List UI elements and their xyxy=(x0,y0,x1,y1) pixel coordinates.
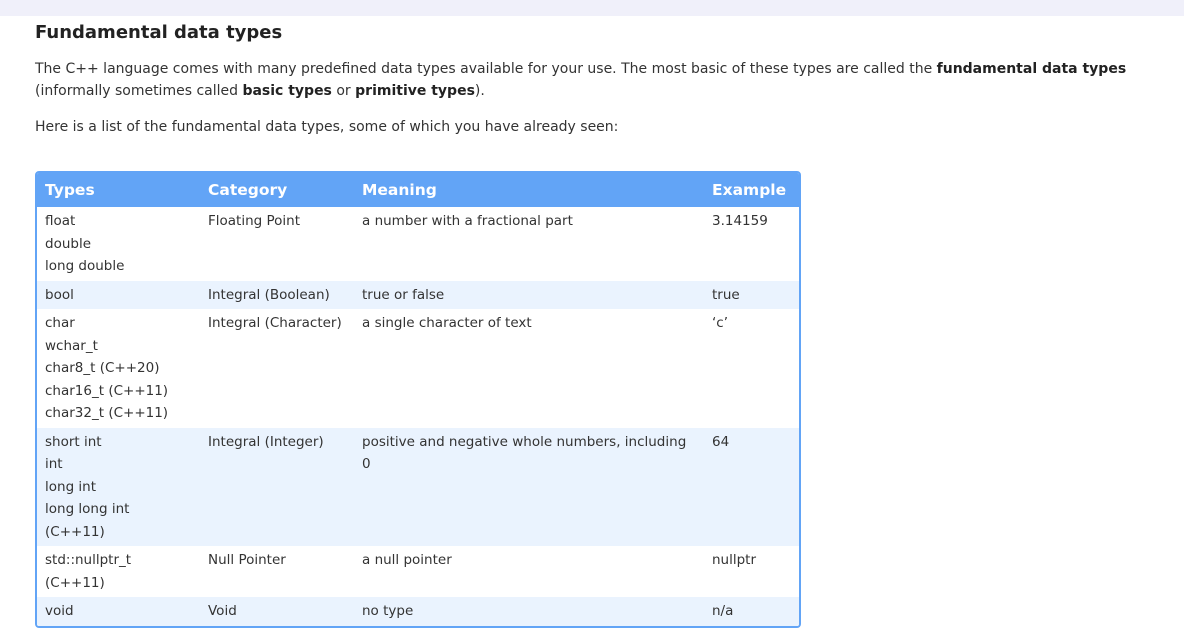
table-row: std::nullptr_t (C++11) Null Pointer a null… xyxy=(37,546,799,597)
cell-category: Integral (Character) xyxy=(208,315,342,331)
table-row: short int int long int long long int (C++11… xyxy=(37,427,799,546)
type-name: std::nullptr_t (C++11) xyxy=(45,552,132,591)
data-types-table: Types Category Meaning Example float doub… xyxy=(35,171,801,628)
type-name: char xyxy=(45,315,75,331)
type-name: char8_t (C++20) xyxy=(45,360,160,376)
type-name: char16_t (C++11) xyxy=(45,382,169,399)
intro-text-3: or xyxy=(331,83,356,99)
cell-meaning: a number with a fractional part xyxy=(362,213,573,229)
cell-types: bool xyxy=(37,280,200,309)
cell-types: short int int long int long long int (C++11… xyxy=(37,427,200,546)
table-row: void Void no type n/a xyxy=(37,597,799,626)
type-name: float xyxy=(45,213,76,229)
intro-text-4: ). xyxy=(474,83,485,99)
top-bar xyxy=(0,0,1184,16)
type-name: long long int (C++11) xyxy=(45,501,130,540)
cell-example: true xyxy=(704,280,799,309)
cell-example: 3.14159 xyxy=(712,213,768,229)
term-basic-types: basic types xyxy=(242,83,332,99)
intro-text-1: The C++ language comes with many predefi… xyxy=(35,61,937,77)
cell-meaning: no type xyxy=(354,597,704,626)
article-content: Fundamental data types The C++ language … xyxy=(35,20,1155,138)
intro-text-2: (informally sometimes called xyxy=(35,83,243,99)
header-example: Example xyxy=(704,173,799,207)
section-heading: Fundamental data types xyxy=(35,22,283,43)
header-category: Category xyxy=(200,173,354,207)
cell-category: Integral (Integer) xyxy=(200,427,354,546)
term-fundamental-data-types: fundamental data types xyxy=(936,61,1127,77)
type-name: bool xyxy=(45,286,74,303)
term-primitive-types: primitive types xyxy=(355,83,475,99)
header-types: Types xyxy=(37,173,200,207)
cell-category: Void xyxy=(200,597,354,626)
cell-category: Floating Point xyxy=(208,213,301,229)
table-row: float double long double Floating Point a nu… xyxy=(37,207,799,281)
cell-types: char wchar_t char8_t (C++20) char16_t (C++1… xyxy=(37,309,200,428)
cell-category: Null Pointer xyxy=(208,552,286,568)
cell-meaning: true or false xyxy=(354,280,704,309)
cell-example: ‘c’ xyxy=(712,315,729,331)
cell-types: std::nullptr_t (C++11) xyxy=(37,546,200,597)
table-row: char wchar_t char8_t (C++20) char16_t (C++1… xyxy=(37,309,799,428)
cell-meaning: a null pointer xyxy=(362,552,452,568)
cell-example: 64 xyxy=(704,427,799,546)
intro-paragraph: The C++ language comes with many predefi… xyxy=(35,58,1155,102)
cell-meaning: a single character of text xyxy=(362,315,532,331)
cell-example: nullptr xyxy=(712,552,757,568)
type-name: double xyxy=(45,235,92,252)
type-name: wchar_t xyxy=(45,337,98,354)
type-name: void xyxy=(45,603,74,619)
table-header-row: Types Category Meaning Example xyxy=(37,173,799,207)
cell-types: float double long double xyxy=(37,207,200,281)
type-name: short int xyxy=(45,433,102,450)
type-name: int xyxy=(45,456,63,472)
header-meaning: Meaning xyxy=(354,173,704,207)
cell-types: void xyxy=(37,597,200,626)
cell-meaning: positive and negative whole numbers, inc… xyxy=(354,427,704,546)
cell-example: n/a xyxy=(704,597,799,626)
cell-category: Integral (Boolean) xyxy=(200,280,354,309)
table-row: bool Integral (Boolean) true or false true xyxy=(37,280,799,309)
type-name: long double xyxy=(45,258,125,274)
list-intro-paragraph: Here is a list of the fundamental data t… xyxy=(35,119,619,135)
type-name: long int xyxy=(45,478,97,495)
type-name: char32_t (C++11) xyxy=(45,405,169,421)
